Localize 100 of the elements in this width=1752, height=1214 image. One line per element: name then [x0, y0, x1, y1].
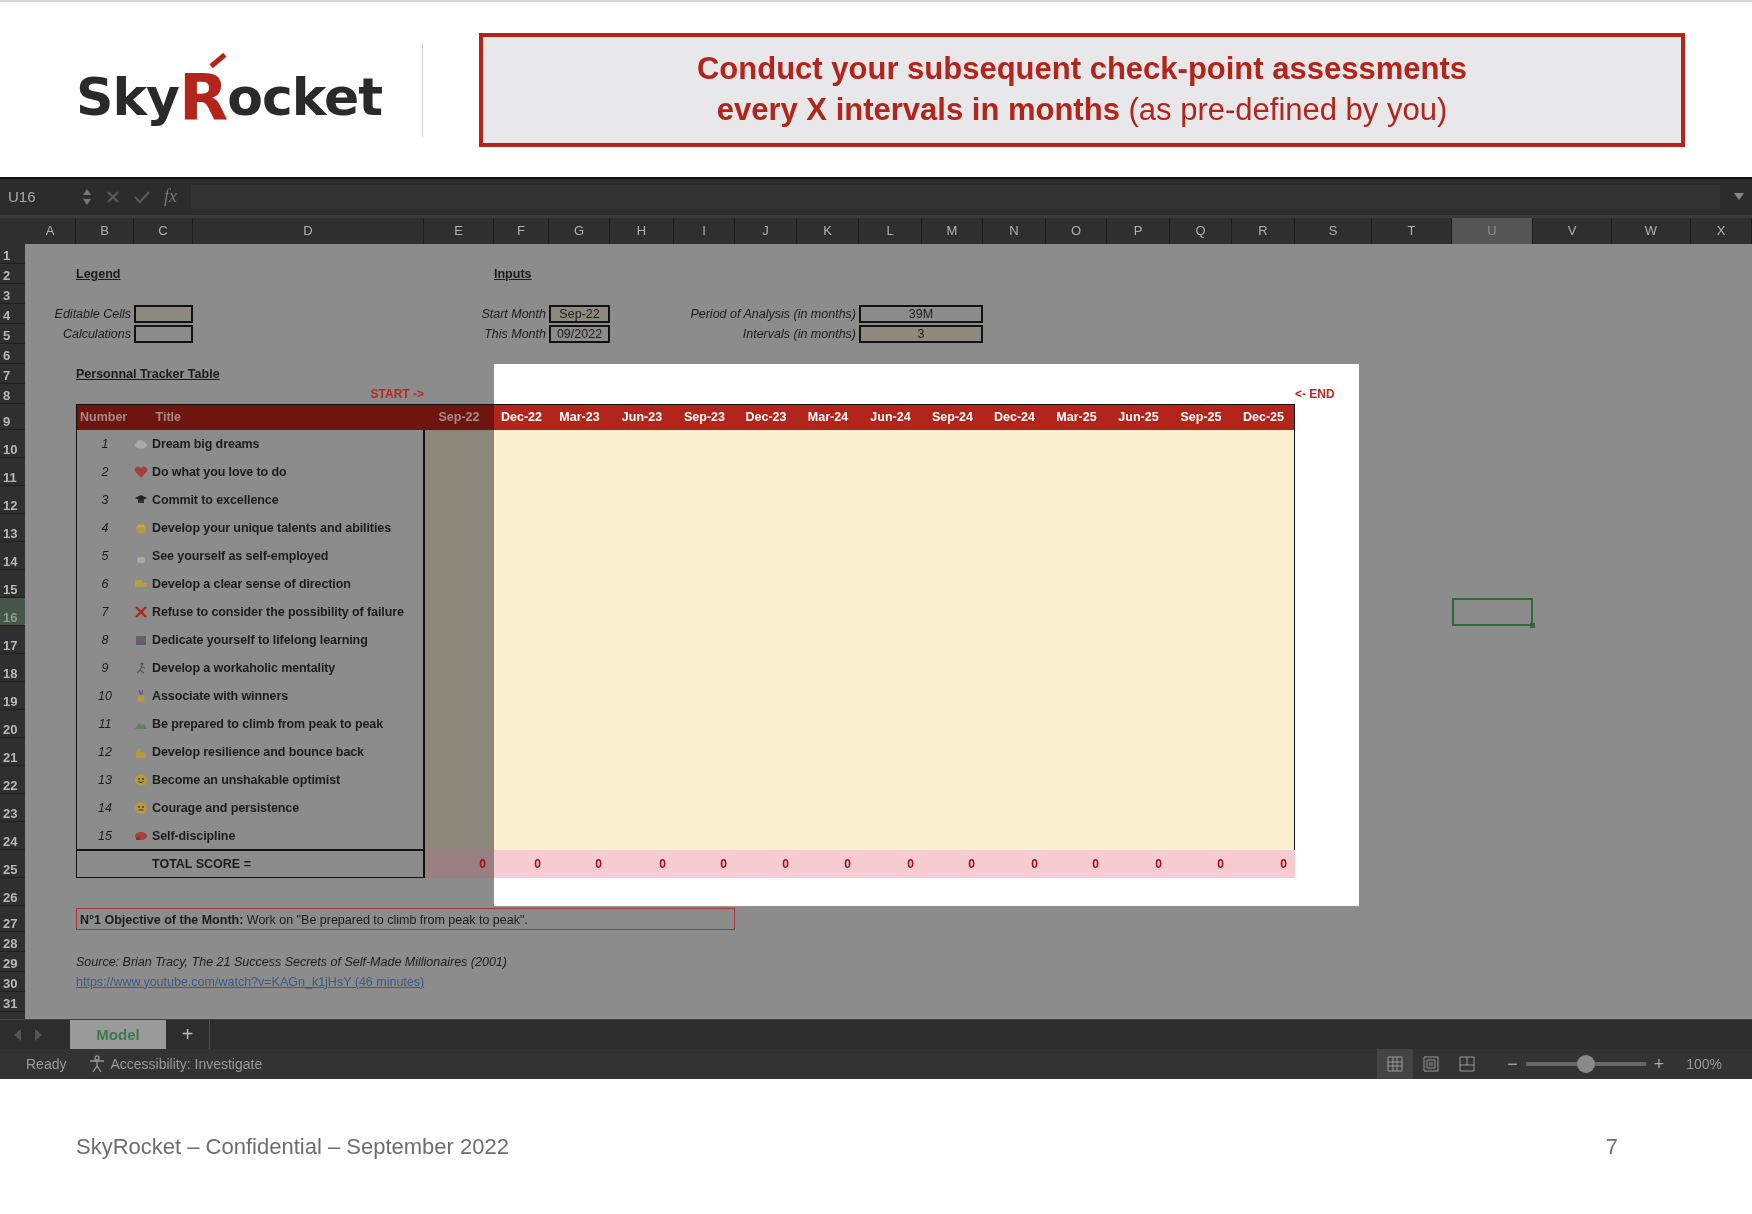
- legend-label: Editable Cells: [53, 305, 132, 323]
- column-header[interactable]: G: [549, 217, 610, 244]
- column-header[interactable]: O: [1046, 217, 1107, 244]
- item-title: Refuse to consider the possibility of failure: [152, 604, 404, 619]
- dropdown-caret-icon[interactable]: [1734, 192, 1744, 201]
- row-header[interactable]: 23: [0, 793, 25, 822]
- month-heading: Sep-24: [922, 403, 983, 430]
- row-header[interactable]: 2: [0, 263, 25, 284]
- column-header[interactable]: E: [424, 217, 494, 244]
- column-header[interactable]: Q: [1170, 217, 1232, 244]
- column-header[interactable]: W: [1612, 217, 1691, 244]
- row-header[interactable]: 12: [0, 485, 25, 514]
- column-header[interactable]: B: [76, 217, 134, 244]
- next-sheet-icon[interactable]: [34, 1028, 42, 1041]
- row-header[interactable]: 5: [0, 323, 25, 344]
- row-header[interactable]: 28: [0, 931, 25, 952]
- legend-swatch: [134, 304, 193, 323]
- row-header[interactable]: 21: [0, 737, 25, 766]
- row-header[interactable]: 7: [0, 363, 25, 384]
- row-header[interactable]: 20: [0, 709, 25, 738]
- end-marker: <- END: [1295, 385, 1336, 403]
- headline-banner: Conduct your subsequent check-point assessments every X intervals in months (as pre-defined by you): [479, 32, 1685, 147]
- column-header[interactable]: P: [1107, 217, 1170, 244]
- column-header[interactable]: T: [1372, 217, 1452, 244]
- column-header[interactable]: K: [797, 217, 859, 244]
- item-title: Become an unshakable optimist: [152, 772, 341, 787]
- cancel-icon[interactable]: [106, 189, 120, 204]
- total-score: 0: [859, 849, 922, 878]
- total-score: 0: [610, 849, 674, 878]
- input-field[interactable]: 09/2022: [549, 324, 610, 343]
- month-heading: Sep-25: [1170, 403, 1232, 430]
- person-icon: [134, 548, 148, 563]
- total-score: 0: [983, 849, 1046, 878]
- item-number: 1: [100, 435, 110, 453]
- item-number: 9: [100, 659, 110, 677]
- grid-view-button[interactable]: [1377, 1049, 1414, 1079]
- row-header[interactable]: 13: [0, 513, 25, 542]
- total-label: TOTAL SCORE =: [151, 855, 252, 873]
- column-header[interactable]: S: [1295, 217, 1372, 244]
- row-header[interactable]: 15: [0, 569, 25, 598]
- checkmark-icon[interactable]: [134, 189, 150, 204]
- column-header[interactable]: I: [674, 217, 735, 244]
- month-heading: Mar-23: [549, 403, 610, 430]
- page-icon: [1423, 1056, 1440, 1072]
- column-header[interactable]: A: [25, 217, 76, 244]
- column-header[interactable]: C: [134, 217, 193, 244]
- zoom-in-button[interactable]: +: [1653, 1053, 1665, 1075]
- grid-icon: [1387, 1056, 1404, 1072]
- input-field[interactable]: 39M: [859, 304, 983, 323]
- row-header[interactable]: 10: [0, 429, 25, 458]
- item-title: Do what you love to do: [152, 464, 287, 479]
- item-number: 15: [97, 827, 113, 845]
- row-header[interactable]: 25: [0, 849, 25, 878]
- row-header[interactable]: 1: [0, 243, 25, 264]
- row-header[interactable]: 11: [0, 457, 25, 486]
- start-marker: START ->: [369, 385, 424, 403]
- month-heading: Sep-23: [674, 403, 735, 430]
- name-box[interactable]: U16: [8, 188, 68, 206]
- row-header[interactable]: 31: [0, 991, 25, 1012]
- column-header[interactable]: L: [859, 217, 922, 244]
- zoom-thumb[interactable]: [1576, 1055, 1595, 1073]
- item-number: 4: [100, 519, 110, 537]
- row-header[interactable]: 24: [0, 821, 25, 850]
- row-header[interactable]: 27: [0, 905, 25, 932]
- zoom-percentage[interactable]: 100%: [1686, 1056, 1752, 1072]
- column-header[interactable]: D: [193, 217, 424, 244]
- total-score: 0: [1046, 849, 1107, 878]
- row-header[interactable]: 4: [0, 303, 25, 324]
- item-number: 13: [97, 771, 113, 789]
- column-header[interactable]: V: [1533, 217, 1612, 244]
- row-header[interactable]: 30: [0, 971, 25, 992]
- column-header[interactable]: H: [610, 217, 674, 244]
- zoom-out-button[interactable]: −: [1507, 1053, 1518, 1075]
- column-header[interactable]: F: [494, 217, 549, 244]
- row-header[interactable]: 3: [0, 283, 25, 304]
- row-header[interactable]: 9: [0, 403, 25, 430]
- total-score: 0: [735, 849, 797, 878]
- column-header[interactable]: M: [922, 217, 983, 244]
- row-header[interactable]: 22: [0, 765, 25, 794]
- row-header[interactable]: 6: [0, 343, 25, 364]
- row-header[interactable]: 14: [0, 541, 25, 570]
- row-header[interactable]: 19: [0, 681, 25, 710]
- item-number: 14: [97, 799, 113, 817]
- month-heading: Mar-25: [1046, 403, 1107, 430]
- row-header[interactable]: 29: [0, 951, 25, 972]
- inputs-title: Inputs: [494, 265, 533, 283]
- column-header[interactable]: X: [1691, 217, 1752, 244]
- row-header[interactable]: 18: [0, 653, 25, 682]
- accessibility-icon[interactable]: [88, 1055, 107, 1073]
- column-header[interactable]: N: [983, 217, 1046, 244]
- row-header[interactable]: 8: [0, 383, 25, 404]
- column-header[interactable]: J: [735, 217, 797, 244]
- accessibility-status[interactable]: Accessibility: Investigate: [110, 1056, 263, 1072]
- row-header[interactable]: 17: [0, 625, 25, 654]
- row-header[interactable]: 26: [0, 877, 25, 906]
- total-score: 0: [494, 849, 549, 878]
- column-header[interactable]: R: [1232, 217, 1295, 244]
- input-field[interactable]: Sep-22: [549, 304, 610, 323]
- input-field[interactable]: 3: [859, 324, 983, 343]
- previous-sheet-icon[interactable]: [14, 1028, 22, 1041]
